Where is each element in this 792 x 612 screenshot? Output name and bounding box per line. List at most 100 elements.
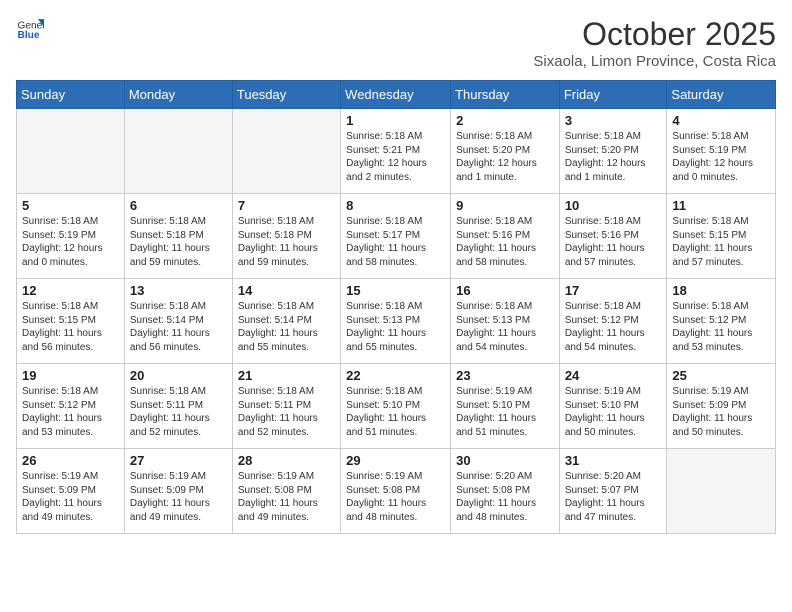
calendar-cell: 29Sunrise: 5:19 AM Sunset: 5:08 PM Dayli… <box>341 449 451 534</box>
calendar-cell: 24 Sunrise: 5:19 AM Sunset: 5:10 PM Dayli… <box>559 364 667 449</box>
day-number: 20 <box>130 368 227 383</box>
day-number: 13 <box>130 283 227 298</box>
cell-info: Sunrise: 5:19 AM Sunset: 5:09 PM Dayligh… <box>130 470 227 524</box>
calendar-cell: 23Sunrise: 5:19 AM Sunset: 5:10 PM Dayli… <box>451 364 560 449</box>
day-number: 21 <box>238 368 335 383</box>
cell-info: Sunrise: 5:20 AM Sunset: 5:07 PM Dayligh… <box>565 470 662 524</box>
calendar-cell: 22 Sunrise: 5:18 AM Sunset: 5:10 PM Dayli… <box>341 364 451 449</box>
calendar-week-row: 19Sunrise: 5:18 AM Sunset: 5:12 PM Dayli… <box>17 364 776 449</box>
day-number: 26 <box>22 453 119 468</box>
calendar-cell: 5 Sunrise: 5:18 AM Sunset: 5:19 PM Daylig… <box>17 194 125 279</box>
cell-info: Sunrise: 5:18 AM Sunset: 5:19 PM Dayligh… <box>22 215 119 269</box>
cell-info: Sunrise: 5:19 AM Sunset: 5:09 PM Dayligh… <box>672 385 770 439</box>
weekday-header-monday: Monday <box>124 81 232 109</box>
day-number: 6 <box>130 198 227 213</box>
cell-info: Sunrise: 5:18 AM Sunset: 5:16 PM Dayligh… <box>565 215 662 269</box>
day-number: 10 <box>565 198 662 213</box>
cell-info: Sunrise: 5:18 AM Sunset: 5:13 PM Dayligh… <box>456 300 554 354</box>
svg-text:Blue: Blue <box>18 30 40 41</box>
calendar-week-row: 1 Sunrise: 5:18 AM Sunset: 5:21 PM Daylig… <box>17 109 776 194</box>
calendar-cell <box>232 109 340 194</box>
day-number: 3 <box>565 113 662 128</box>
day-number: 28 <box>238 453 335 468</box>
calendar-cell: 8 Sunrise: 5:18 AM Sunset: 5:17 PM Daylig… <box>341 194 451 279</box>
cell-info: Sunrise: 5:18 AM Sunset: 5:13 PM Dayligh… <box>346 300 445 354</box>
cell-info: Sunrise: 5:18 AM Sunset: 5:20 PM Dayligh… <box>456 130 554 184</box>
weekday-header-row: SundayMondayTuesdayWednesdayThursdayFrid… <box>17 81 776 109</box>
calendar-cell <box>667 449 776 534</box>
day-number: 30 <box>456 453 554 468</box>
weekday-header-tuesday: Tuesday <box>232 81 340 109</box>
cell-info: Sunrise: 5:18 AM Sunset: 5:10 PM Dayligh… <box>346 385 445 439</box>
title-area: October 2025 Sixaola, Limon Province, Co… <box>533 16 776 70</box>
cell-info: Sunrise: 5:18 AM Sunset: 5:21 PM Dayligh… <box>346 130 445 184</box>
calendar-cell: 11Sunrise: 5:18 AM Sunset: 5:15 PM Dayli… <box>667 194 776 279</box>
calendar-cell: 12 Sunrise: 5:18 AM Sunset: 5:15 PM Dayli… <box>17 279 125 364</box>
day-number: 24 <box>565 368 662 383</box>
day-number: 7 <box>238 198 335 213</box>
cell-info: Sunrise: 5:18 AM Sunset: 5:18 PM Dayligh… <box>238 215 335 269</box>
day-number: 12 <box>22 283 119 298</box>
location-title: Sixaola, Limon Province, Costa Rica <box>533 53 776 70</box>
cell-info: Sunrise: 5:18 AM Sunset: 5:11 PM Dayligh… <box>238 385 335 439</box>
cell-info: Sunrise: 5:18 AM Sunset: 5:12 PM Dayligh… <box>672 300 770 354</box>
day-number: 25 <box>672 368 770 383</box>
calendar-week-row: 26 Sunrise: 5:19 AM Sunset: 5:09 PM Dayli… <box>17 449 776 534</box>
cell-info: Sunrise: 5:19 AM Sunset: 5:09 PM Dayligh… <box>22 470 119 524</box>
cell-info: Sunrise: 5:18 AM Sunset: 5:11 PM Dayligh… <box>130 385 227 439</box>
logo: General Blue <box>16 16 44 44</box>
calendar-cell: 14Sunrise: 5:18 AM Sunset: 5:14 PM Dayli… <box>232 279 340 364</box>
calendar-cell: 10 Sunrise: 5:18 AM Sunset: 5:16 PM Dayli… <box>559 194 667 279</box>
calendar-cell: 20 Sunrise: 5:18 AM Sunset: 5:11 PM Dayli… <box>124 364 232 449</box>
calendar-cell: 27 Sunrise: 5:19 AM Sunset: 5:09 PM Dayli… <box>124 449 232 534</box>
calendar-cell: 21 Sunrise: 5:18 AM Sunset: 5:11 PM Dayli… <box>232 364 340 449</box>
weekday-header-saturday: Saturday <box>667 81 776 109</box>
calendar-cell: 7 Sunrise: 5:18 AM Sunset: 5:18 PM Daylig… <box>232 194 340 279</box>
calendar-cell: 6Sunrise: 5:18 AM Sunset: 5:18 PM Daylig… <box>124 194 232 279</box>
day-number: 4 <box>672 113 770 128</box>
day-number: 8 <box>346 198 445 213</box>
day-number: 22 <box>346 368 445 383</box>
calendar-week-row: 5 Sunrise: 5:18 AM Sunset: 5:19 PM Daylig… <box>17 194 776 279</box>
calendar-cell <box>17 109 125 194</box>
calendar-cell: 4 Sunrise: 5:18 AM Sunset: 5:19 PM Daylig… <box>667 109 776 194</box>
calendar-cell: 15Sunrise: 5:18 AM Sunset: 5:13 PM Dayli… <box>341 279 451 364</box>
day-number: 5 <box>22 198 119 213</box>
logo-icon: General Blue <box>16 16 44 44</box>
calendar-cell: 17Sunrise: 5:18 AM Sunset: 5:12 PM Dayli… <box>559 279 667 364</box>
cell-info: Sunrise: 5:18 AM Sunset: 5:17 PM Dayligh… <box>346 215 445 269</box>
cell-info: Sunrise: 5:19 AM Sunset: 5:10 PM Dayligh… <box>456 385 554 439</box>
day-number: 19 <box>22 368 119 383</box>
page-header: General Blue October 2025 Sixaola, Limon… <box>16 16 776 70</box>
calendar-cell: 30Sunrise: 5:20 AM Sunset: 5:08 PM Dayli… <box>451 449 560 534</box>
weekday-header-friday: Friday <box>559 81 667 109</box>
day-number: 16 <box>456 283 554 298</box>
day-number: 31 <box>565 453 662 468</box>
cell-info: Sunrise: 5:18 AM Sunset: 5:15 PM Dayligh… <box>22 300 119 354</box>
cell-info: Sunrise: 5:18 AM Sunset: 5:15 PM Dayligh… <box>672 215 770 269</box>
cell-info: Sunrise: 5:18 AM Sunset: 5:19 PM Dayligh… <box>672 130 770 184</box>
cell-info: Sunrise: 5:19 AM Sunset: 5:10 PM Dayligh… <box>565 385 662 439</box>
calendar-cell: 2 Sunrise: 5:18 AM Sunset: 5:20 PM Daylig… <box>451 109 560 194</box>
calendar-cell: 3Sunrise: 5:18 AM Sunset: 5:20 PM Daylig… <box>559 109 667 194</box>
calendar-cell: 26 Sunrise: 5:19 AM Sunset: 5:09 PM Dayli… <box>17 449 125 534</box>
calendar-table: SundayMondayTuesdayWednesdayThursdayFrid… <box>16 80 776 534</box>
calendar-cell: 28 Sunrise: 5:19 AM Sunset: 5:08 PM Dayli… <box>232 449 340 534</box>
day-number: 29 <box>346 453 445 468</box>
cell-info: Sunrise: 5:18 AM Sunset: 5:16 PM Dayligh… <box>456 215 554 269</box>
calendar-cell: 18Sunrise: 5:18 AM Sunset: 5:12 PM Dayli… <box>667 279 776 364</box>
cell-info: Sunrise: 5:19 AM Sunset: 5:08 PM Dayligh… <box>238 470 335 524</box>
calendar-cell: 16 Sunrise: 5:18 AM Sunset: 5:13 PM Dayli… <box>451 279 560 364</box>
month-title: October 2025 <box>533 16 776 53</box>
day-number: 2 <box>456 113 554 128</box>
day-number: 1 <box>346 113 445 128</box>
calendar-cell <box>124 109 232 194</box>
calendar-cell: 31 Sunrise: 5:20 AM Sunset: 5:07 PM Dayli… <box>559 449 667 534</box>
day-number: 9 <box>456 198 554 213</box>
day-number: 14 <box>238 283 335 298</box>
cell-info: Sunrise: 5:18 AM Sunset: 5:14 PM Dayligh… <box>130 300 227 354</box>
day-number: 17 <box>565 283 662 298</box>
calendar-week-row: 12 Sunrise: 5:18 AM Sunset: 5:15 PM Dayli… <box>17 279 776 364</box>
day-number: 27 <box>130 453 227 468</box>
calendar-cell: 13 Sunrise: 5:18 AM Sunset: 5:14 PM Dayli… <box>124 279 232 364</box>
